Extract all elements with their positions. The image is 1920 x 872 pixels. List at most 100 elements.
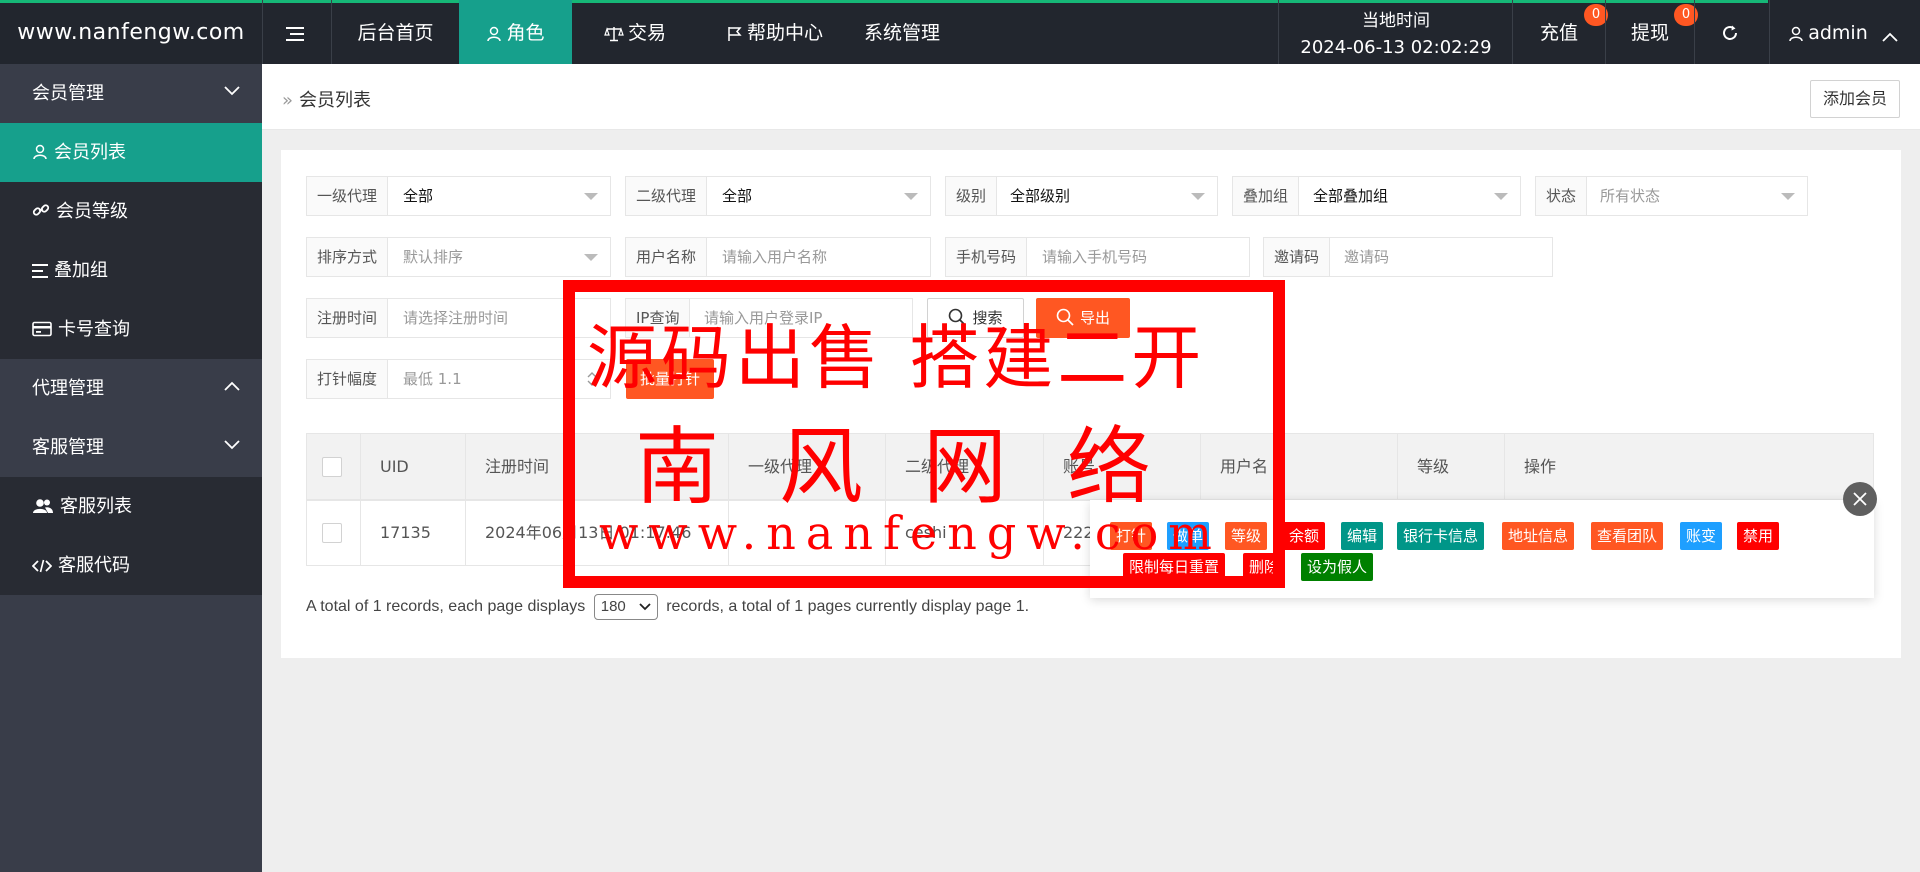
th-regtime: 注册时间 — [485, 457, 550, 476]
action-account-change-button[interactable]: 账变 — [1680, 522, 1723, 550]
nav-role[interactable]: 角色 — [459, 0, 572, 64]
watermark-line-2: 南风网络 — [635, 418, 1212, 516]
select-all-checkbox[interactable] — [322, 457, 342, 477]
phone-placeholder: 请输入手机号码 — [1042, 248, 1148, 266]
site-logo[interactable]: www.nanfengw.com — [0, 0, 262, 64]
nav-home[interactable]: 后台首页 — [332, 0, 459, 64]
invite-placeholder: 邀请码 — [1344, 248, 1390, 266]
th-uid: UID — [380, 457, 409, 476]
needle-placeholder: 最低 1.1 — [403, 370, 462, 388]
nav-trade[interactable]: 交易 — [580, 0, 690, 64]
sidebar-group-service[interactable]: 客服管理 — [0, 418, 262, 477]
local-time: 当地时间 2024-06-13 02:02:29 — [1280, 0, 1512, 64]
sidebar-item-overlay-group[interactable]: 叠加组 — [0, 241, 262, 300]
pagination-text-start: A total of 1 records, each page displays — [306, 598, 586, 616]
action-balance-button[interactable]: 余额 — [1283, 522, 1326, 550]
top-header: www.nanfengw.com 后台首页 角色 交易 帮助中心 系统管理 当地… — [0, 0, 1920, 64]
refresh-button[interactable] — [1695, 0, 1769, 64]
sidebar-group-label: 会员管理 — [32, 83, 104, 104]
agent1-value: 全部 — [403, 187, 434, 205]
th-actions: 操作 — [1524, 457, 1557, 476]
username-label: 用户名称 — [626, 238, 708, 276]
sidebar-item-member-list[interactable]: 会员列表 — [0, 123, 262, 182]
link-icon — [32, 204, 50, 216]
regtime-label: 注册时间 — [307, 299, 389, 337]
sort-select[interactable]: 排序方式 默认排序 — [306, 237, 611, 277]
username-input[interactable]: 用户名称 请输入用户名称 — [625, 237, 931, 277]
withdraw-label: 提现 — [1630, 22, 1669, 44]
nav-system[interactable]: 系统管理 — [852, 0, 952, 64]
sidebar-group-label: 客服管理 — [32, 437, 104, 458]
watermark-line-3: www.nanfengw.com — [599, 506, 1222, 560]
user-icon — [487, 26, 502, 42]
level-label: 级别 — [946, 177, 998, 215]
action-set-fake-button[interactable]: 设为假人 — [1301, 553, 1374, 581]
action-address-button[interactable]: 地址信息 — [1502, 522, 1575, 550]
sidebar-item-card-query[interactable]: 卡号查询 — [0, 300, 262, 359]
admin-user-menu[interactable]: admin — [1770, 0, 1920, 64]
action-disable-button[interactable]: 禁用 — [1737, 522, 1780, 550]
agent1-select[interactable]: 一级代理 全部 — [306, 176, 611, 216]
sidebar-item-label: 客服列表 — [60, 496, 132, 517]
chevron-down-icon — [224, 86, 240, 96]
align-left-icon — [32, 264, 48, 278]
needle-label: 打针幅度 — [307, 360, 389, 398]
caret-down-icon — [904, 193, 918, 200]
sidebar-item-label: 会员列表 — [54, 142, 126, 163]
local-time-label: 当地时间 — [1362, 11, 1430, 31]
caret-down-icon — [1494, 193, 1508, 200]
local-time-value: 2024-06-13 02:02:29 — [1300, 37, 1492, 58]
status-select[interactable]: 状态 所有状态 — [1535, 176, 1808, 216]
caret-down-icon — [1191, 193, 1205, 200]
menu-toggle-button[interactable] — [263, 0, 331, 64]
sidebar-item-member-level[interactable]: 会员等级 — [0, 182, 262, 241]
sidebar-item-label: 卡号查询 — [58, 319, 130, 340]
group-value: 全部叠加组 — [1313, 187, 1389, 205]
header-divider — [1278, 0, 1279, 64]
action-edit-button[interactable]: 编辑 — [1341, 522, 1384, 550]
close-icon — [1853, 492, 1867, 506]
sidebar: 会员管理 会员列表 会员等级 叠加组 卡号查询 代理管理 客服管理 客服列表 客… — [0, 64, 262, 872]
nav-help-label: 帮助中心 — [746, 22, 823, 44]
close-popup-button[interactable] — [1843, 482, 1877, 516]
phone-label: 手机号码 — [946, 238, 1028, 276]
sidebar-item-service-code[interactable]: 客服代码 — [0, 536, 262, 595]
sidebar-item-label: 客服代码 — [58, 555, 130, 576]
nav-trade-label: 交易 — [627, 22, 666, 44]
breadcrumb-current: 会员列表 — [299, 90, 372, 111]
user-icon — [33, 144, 47, 160]
breadcrumb: » 会员列表 — [282, 86, 371, 112]
credit-card-icon — [32, 321, 52, 337]
action-bank-card-button[interactable]: 银行卡信息 — [1397, 522, 1485, 550]
invite-code-input[interactable]: 邀请码 邀请码 — [1263, 237, 1553, 277]
nav-role-label: 角色 — [506, 22, 545, 44]
group-select[interactable]: 叠加组 全部叠加组 — [1232, 176, 1521, 216]
sidebar-group-agents[interactable]: 代理管理 — [0, 359, 262, 418]
level-value: 全部级别 — [1010, 187, 1071, 205]
sidebar-group-members[interactable]: 会员管理 — [0, 64, 262, 123]
balance-scale-icon — [604, 27, 624, 42]
chevron-up-icon — [1882, 32, 1898, 42]
sidebar-item-service-list[interactable]: 客服列表 — [0, 477, 262, 536]
add-member-button[interactable]: 添加会员 — [1810, 80, 1900, 118]
watermark-overlay: 源码出售 搭建二开 南风网络 www.nanfengw.com — [563, 280, 1285, 588]
agent2-value: 全部 — [722, 187, 753, 205]
agent1-label: 一级代理 — [307, 177, 389, 215]
chevron-down-icon — [224, 440, 240, 450]
page-size-select[interactable]: 180 — [593, 594, 658, 620]
agent2-select[interactable]: 二级代理 全部 — [625, 176, 931, 216]
row-checkbox[interactable] — [322, 523, 342, 543]
watermark-line-1: 源码出售 搭建二开 — [587, 317, 1206, 399]
cell-uid: 17135 — [380, 523, 431, 542]
nav-home-label: 后台首页 — [357, 22, 434, 44]
phone-input[interactable]: 手机号码 请输入手机号码 — [945, 237, 1250, 277]
caret-down-icon — [584, 193, 598, 200]
level-select[interactable]: 级别 全部级别 — [945, 176, 1218, 216]
chevron-down-icon — [639, 603, 651, 611]
nav-help[interactable]: 帮助中心 — [702, 0, 848, 64]
sidebar-item-label: 会员等级 — [56, 201, 128, 222]
menu-icon — [286, 27, 304, 41]
action-team-button[interactable]: 查看团队 — [1591, 522, 1664, 550]
user-icon — [1789, 26, 1803, 42]
nav-system-label: 系统管理 — [863, 22, 940, 44]
